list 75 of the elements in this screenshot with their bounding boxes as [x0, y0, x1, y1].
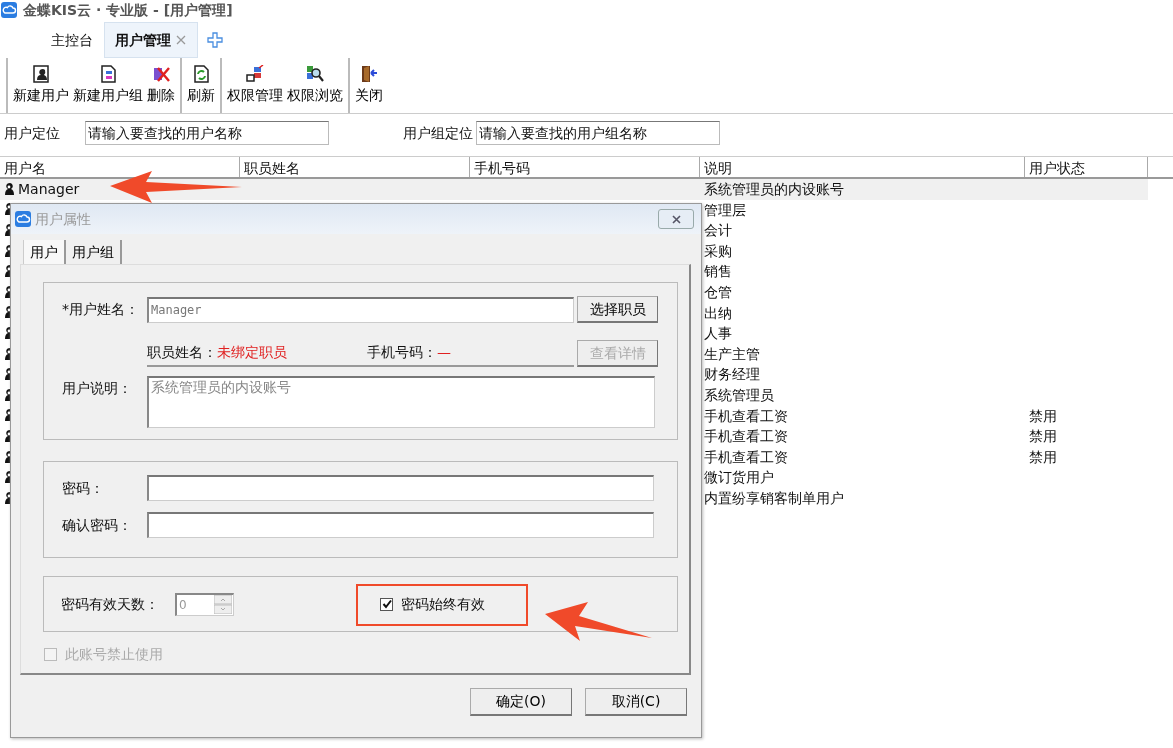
password-field[interactable] — [147, 475, 654, 501]
table-cell-text: 生产主管 — [704, 344, 760, 364]
table-cell-text: 手机查看工资 — [704, 427, 788, 447]
exit-door-icon — [360, 65, 378, 83]
toolbar-button[interactable]: 删除 — [145, 58, 177, 113]
table-cell-text: 禁用 — [1029, 447, 1057, 467]
input-field[interactable]: Manager — [147, 296, 574, 323]
toolbar-button[interactable]: 新建用户组 — [71, 58, 145, 113]
tab[interactable]: 用户 — [23, 240, 66, 264]
delete-icon — [152, 65, 170, 83]
checkbox-label: 此账号禁止使用 — [65, 645, 163, 664]
column-header[interactable]: 用户状态 — [1025, 157, 1148, 177]
user-icon — [3, 182, 15, 196]
table-cell-text: 销售 — [704, 262, 732, 282]
add-tab-icon[interactable] — [207, 32, 223, 48]
field-label: 确认密码： — [61, 515, 133, 535]
text-area[interactable]: 系统管理员的内设账号 — [147, 376, 655, 428]
refresh-icon — [192, 65, 210, 83]
column-header[interactable]: 手机号码 — [470, 157, 700, 177]
table-cell-text: 手机查看工资 — [704, 447, 788, 467]
table-row[interactable]: Manager 系统管理员的内设账号 — [0, 179, 1148, 200]
checkbox[interactable] — [380, 597, 393, 611]
table-cell-text: 禁用 — [1029, 406, 1057, 426]
field-label: 手机号码： — [367, 343, 437, 362]
close-button[interactable] — [658, 209, 694, 229]
button[interactable]: 选择职员 — [577, 296, 658, 323]
field-label: 用户说明： — [61, 379, 133, 398]
table-cell-text: 系统管理员的内设账号 — [704, 180, 844, 199]
table-cell-text: 仓管 — [704, 282, 732, 302]
table-cell-text: 微订货用户 — [704, 468, 774, 488]
field-label: 职员姓名： — [147, 343, 217, 362]
table-cell-text: 系统管理员 — [704, 385, 774, 405]
permission-icon — [246, 65, 264, 83]
toolbar-button[interactable]: 权限管理 — [225, 58, 285, 113]
field-value: — — [437, 343, 451, 362]
column-header[interactable]: 职员姓名 — [240, 157, 470, 177]
table-cell-text: 出纳 — [704, 303, 732, 323]
search-field[interactable]: 请输入要查找的用户组名称 — [476, 121, 720, 145]
toolbar-button[interactable]: 新建用户 — [11, 58, 71, 113]
tab[interactable]: 用户组 — [66, 240, 122, 264]
user-card-icon — [32, 65, 50, 83]
close-icon[interactable] — [175, 34, 187, 46]
dialog-button[interactable]: 取消(C) — [585, 688, 687, 716]
table-cell-text: 会计 — [704, 221, 732, 241]
document-icon — [99, 65, 117, 83]
field-label: 密码： — [61, 478, 105, 498]
table-cell-text: 禁用 — [1029, 427, 1057, 447]
dialog-title: 用户属性 — [35, 209, 91, 229]
magnifier-icon — [306, 65, 324, 83]
column-header[interactable]: 说明 — [700, 157, 1025, 177]
app-logo-icon — [15, 211, 31, 227]
table-cell-text: 财务经理 — [704, 365, 760, 385]
toolbar-button[interactable]: 权限浏览 — [285, 58, 345, 113]
table-cell-text: 采购 — [704, 241, 732, 261]
field-value: 未绑定职员 — [217, 343, 288, 362]
checkbox-label: 密码始终有效 — [401, 594, 485, 614]
tab[interactable]: 用户管理 — [104, 22, 198, 58]
field-label: 用户定位 — [4, 123, 61, 143]
table-cell-text: Manager — [18, 180, 80, 199]
table-cell-text: 内置纷享销客制单用户 — [704, 488, 844, 508]
field-label: *用户姓名： — [61, 300, 140, 319]
table-cell-text: 管理层 — [704, 200, 746, 220]
app-logo-icon — [1, 2, 17, 18]
window-title: 金蝶KIS云 · 专业版 - [用户管理] — [23, 0, 233, 20]
password-field[interactable] — [147, 512, 654, 538]
search-field[interactable]: 请输入要查找的用户名称 — [85, 121, 329, 145]
dialog-button[interactable]: 确定(O) — [470, 688, 572, 716]
field-label: 用户组定位 — [403, 123, 473, 143]
table-cell-text: 人事 — [704, 324, 732, 344]
table-cell-text: 手机查看工资 — [704, 406, 788, 426]
field-label: 密码有效天数： — [60, 594, 160, 614]
close-icon — [670, 213, 682, 225]
spin-arrows-icon[interactable] — [214, 594, 232, 614]
toolbar-button[interactable]: 刷新 — [185, 58, 217, 113]
toolbar-button[interactable]: 关闭 — [353, 58, 385, 113]
